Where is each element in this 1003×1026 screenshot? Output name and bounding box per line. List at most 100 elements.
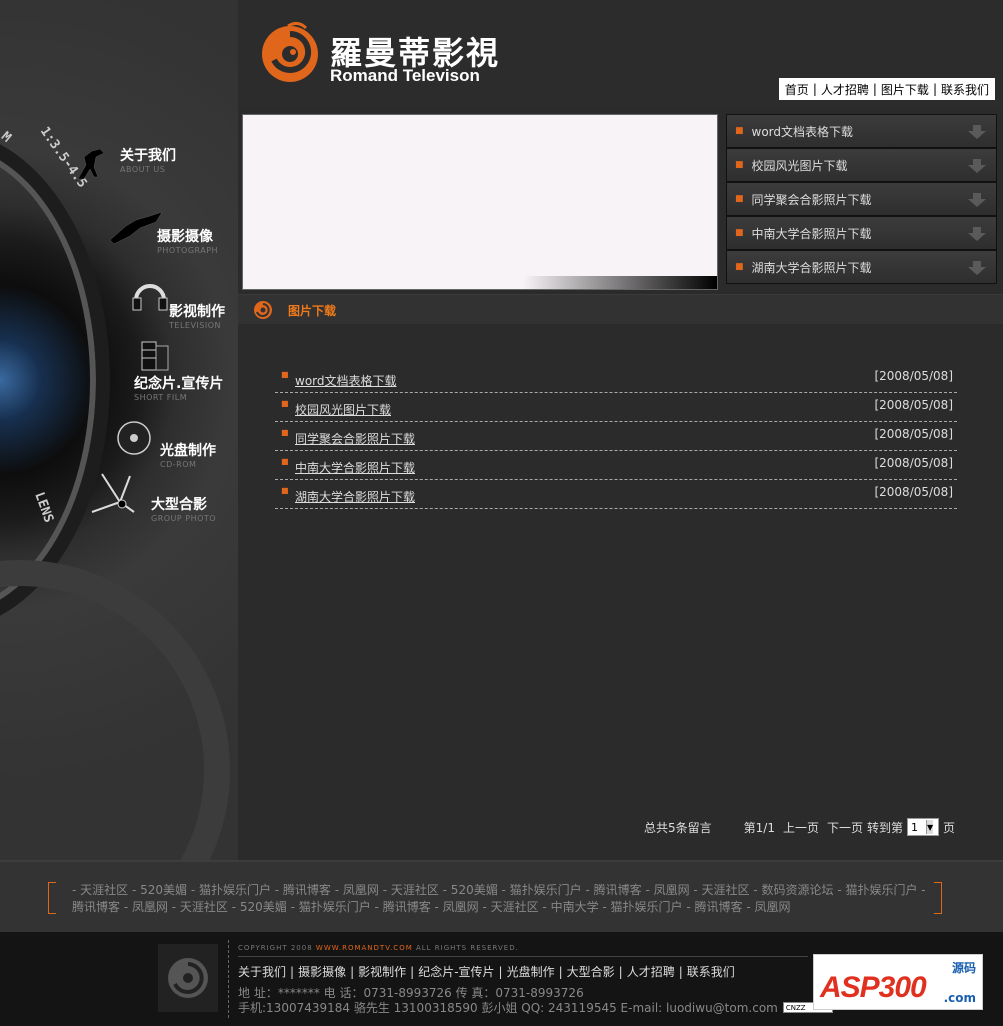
list-item-title[interactable]: 中南大学合影照片下载 [295,459,415,476]
download-list: ■ word文档表格下载 [2008/05/08] ■ 校园风光图片下载 [20… [275,364,957,509]
sidebar-item-photograph[interactable]: 摄影摄像 PHOTOGRAPH [157,226,218,255]
sidebar-item-label: 纪念片.宣传片 [134,376,224,392]
nav-separator: | [678,965,683,979]
brand-name-en: Romand Televison [330,66,480,85]
jump-label: 转到第 [867,820,904,835]
lens-ring-lower-decoration [0,560,230,860]
down-arrow-icon [968,261,986,275]
sidebar-item-television[interactable]: 影视制作 TELEVISION [169,301,225,330]
top-nav-downloads[interactable]: 图片下载 [881,81,929,98]
sidebar-item-sublabel: ABOUT US [120,165,166,174]
quick-links-list: ■ word文档表格下载 ■ 校园风光图片下载 ■ 同学聚会合影照片下载 ■ 中… [726,114,997,284]
bullet-icon: ■ [281,428,289,437]
footer-nav-item[interactable]: 影视制作 [358,965,406,979]
bullet-icon: ■ [735,126,744,136]
section-header: 图片下载 [238,294,1003,324]
bullet-icon: ■ [735,194,744,204]
top-nav: 首页 | 人才招聘 | 图片下载 | 联系我们 [778,78,995,100]
quick-link-item[interactable]: ■ 校园风光图片下载 [726,148,997,182]
footer-nav-item[interactable]: 联系我们 [687,965,735,979]
nav-separator: | [812,82,817,96]
film-reel-icon [138,338,178,374]
quick-link-label: 湖南大学合影照片下载 [751,260,872,275]
bullet-icon: ■ [735,160,744,170]
lens-ring-decoration [0,130,110,630]
friend-links-band: - 天涯社区 - 520美媚 - 猫扑娱乐门户 - 腾讯博客 - 凤凰网 - 天… [0,860,1003,932]
quick-link-item[interactable]: ■ 同学聚会合影照片下载 [726,182,997,216]
next-page-link[interactable]: 下一页 [827,819,863,836]
banner-image [242,114,718,290]
footer-nav-item[interactable]: 摄影摄像 [298,965,346,979]
list-item-date: [2008/05/08] [874,456,953,470]
list-item: ■ 校园风光图片下载 [2008/05/08] [275,393,957,422]
copyright-prefix: COPYRIGHT 2008 [238,944,316,952]
quick-link-label: 校园风光图片下载 [751,158,848,173]
bracket-left-decoration [48,882,56,914]
footer-nav-item[interactable]: 光盘制作 [507,965,555,979]
footer-contact: 手机:13007439184 骆先生 13100318590 彭小姐 QQ: 2… [238,999,833,1016]
top-nav-contact[interactable]: 联系我们 [941,81,989,98]
copyright: COPYRIGHT 2008 WWW.ROMANDTV.COM ALL RIGH… [238,944,519,952]
nav-separator: | [932,82,937,96]
sidebar-item-group-photo[interactable]: 大型合影 GROUP PHOTO [151,494,216,523]
sidebar-item-about[interactable]: 关于我们 ABOUT US [120,145,176,174]
pagination: 总共5条留言 第1/1 上一页 下一页 转到第 1 ▼ 页 [644,818,963,836]
top-nav-careers[interactable]: 人才招聘 [821,81,869,98]
quick-link-item[interactable]: ■ word文档表格下载 [726,114,997,148]
quick-link-item[interactable]: ■ 中南大学合影照片下载 [726,216,997,250]
list-item-title[interactable]: 校园风光图片下载 [295,401,391,418]
main-content: ■ word文档表格下载 ■ 校园风光图片下载 ■ 同学聚会合影照片下载 ■ 中… [238,108,1003,860]
footer-nav-item[interactable]: 人才招聘 [627,965,675,979]
list-item-date: [2008/05/08] [874,369,953,383]
sidebar-item-label: 光盘制作 [160,443,216,459]
footer-logo-icon [158,944,218,1012]
footer-contact-text: 手机:13007439184 骆先生 13100318590 彭小姐 QQ: 2… [238,1001,778,1015]
prev-page-link[interactable]: 上一页 [783,819,819,836]
quick-link-label: word文档表格下载 [751,124,854,139]
left-lens-panel: 1:3.5-4.5 M LENS 关于我们 ABOUT US 摄影摄像 PHOT… [0,0,238,860]
copyright-site: WWW.ROMANDTV.COM [315,944,413,952]
asp300-logo[interactable]: ASP300 源码 .com [813,954,983,1010]
nav-separator: | [498,965,503,979]
nav-separator: | [558,965,563,979]
chevron-down-icon: ▼ [926,820,934,834]
top-nav-home[interactable]: 首页 [785,81,809,98]
header: 羅曼蒂影視 Romand Televison 首页 | 人才招聘 | 图片下载 … [238,0,1003,108]
down-arrow-icon [968,193,986,207]
brand-logo-icon[interactable] [258,20,322,84]
bullet-icon: ■ [281,457,289,466]
list-item: ■ 同学聚会合影照片下载 [2008/05/08] [275,422,957,451]
sidebar-item-short-film[interactable]: 纪念片.宣传片 SHORT FILM [134,373,223,402]
down-arrow-icon [968,125,986,139]
list-item-title[interactable]: word文档表格下载 [295,372,397,389]
page-select-value: 1 [911,820,919,834]
banner-gradient-strip [523,276,717,289]
list-item-date: [2008/05/08] [874,485,953,499]
footer-nav-item[interactable]: 纪念片-宣传片 [418,965,494,979]
sidebar-item-sublabel: PHOTOGRAPH [157,246,219,255]
page-select[interactable]: 1 ▼ [907,818,940,836]
nav-separator: | [872,82,877,96]
page-indicator: 第1/1 [743,820,775,835]
asp300-logo-com: .com [943,991,976,1005]
list-item-title[interactable]: 同学聚会合影照片下载 [295,430,415,447]
headphones-icon [130,276,170,312]
sidebar-item-sublabel: TELEVISION [169,321,222,330]
page-unit: 页 [943,820,956,835]
friend-links[interactable]: - 天涯社区 - 520美媚 - 猫扑娱乐门户 - 腾讯博客 - 凤凰网 - 天… [72,882,932,916]
nav-separator: | [618,965,623,979]
list-item-title[interactable]: 湖南大学合影照片下载 [295,488,415,505]
sidebar-item-cd-rom[interactable]: 光盘制作 CD-ROM [160,440,216,469]
bullet-icon: ■ [281,486,289,495]
list-item: ■ 湖南大学合影照片下载 [2008/05/08] [275,480,957,509]
footer-nav-item[interactable]: 大型合影 [567,965,615,979]
bullet-icon: ■ [735,228,744,238]
sidebar-item-label: 摄影摄像 [157,229,213,245]
swirl-logo-icon [254,301,272,319]
footer-nav-item[interactable]: 关于我们 [238,965,286,979]
sidebar-item-sublabel: SHORT FILM [134,393,188,402]
quick-link-item[interactable]: ■ 湖南大学合影照片下载 [726,250,997,284]
bullet-icon: ■ [281,370,289,379]
copyright-suffix: ALL RIGHTS RESERVED. [412,944,519,952]
footer-nav: 关于我们 | 摄影摄像 | 影视制作 | 纪念片-宣传片 | 光盘制作 | 大型合影 | 人才招聘 | 联系… [238,963,735,980]
